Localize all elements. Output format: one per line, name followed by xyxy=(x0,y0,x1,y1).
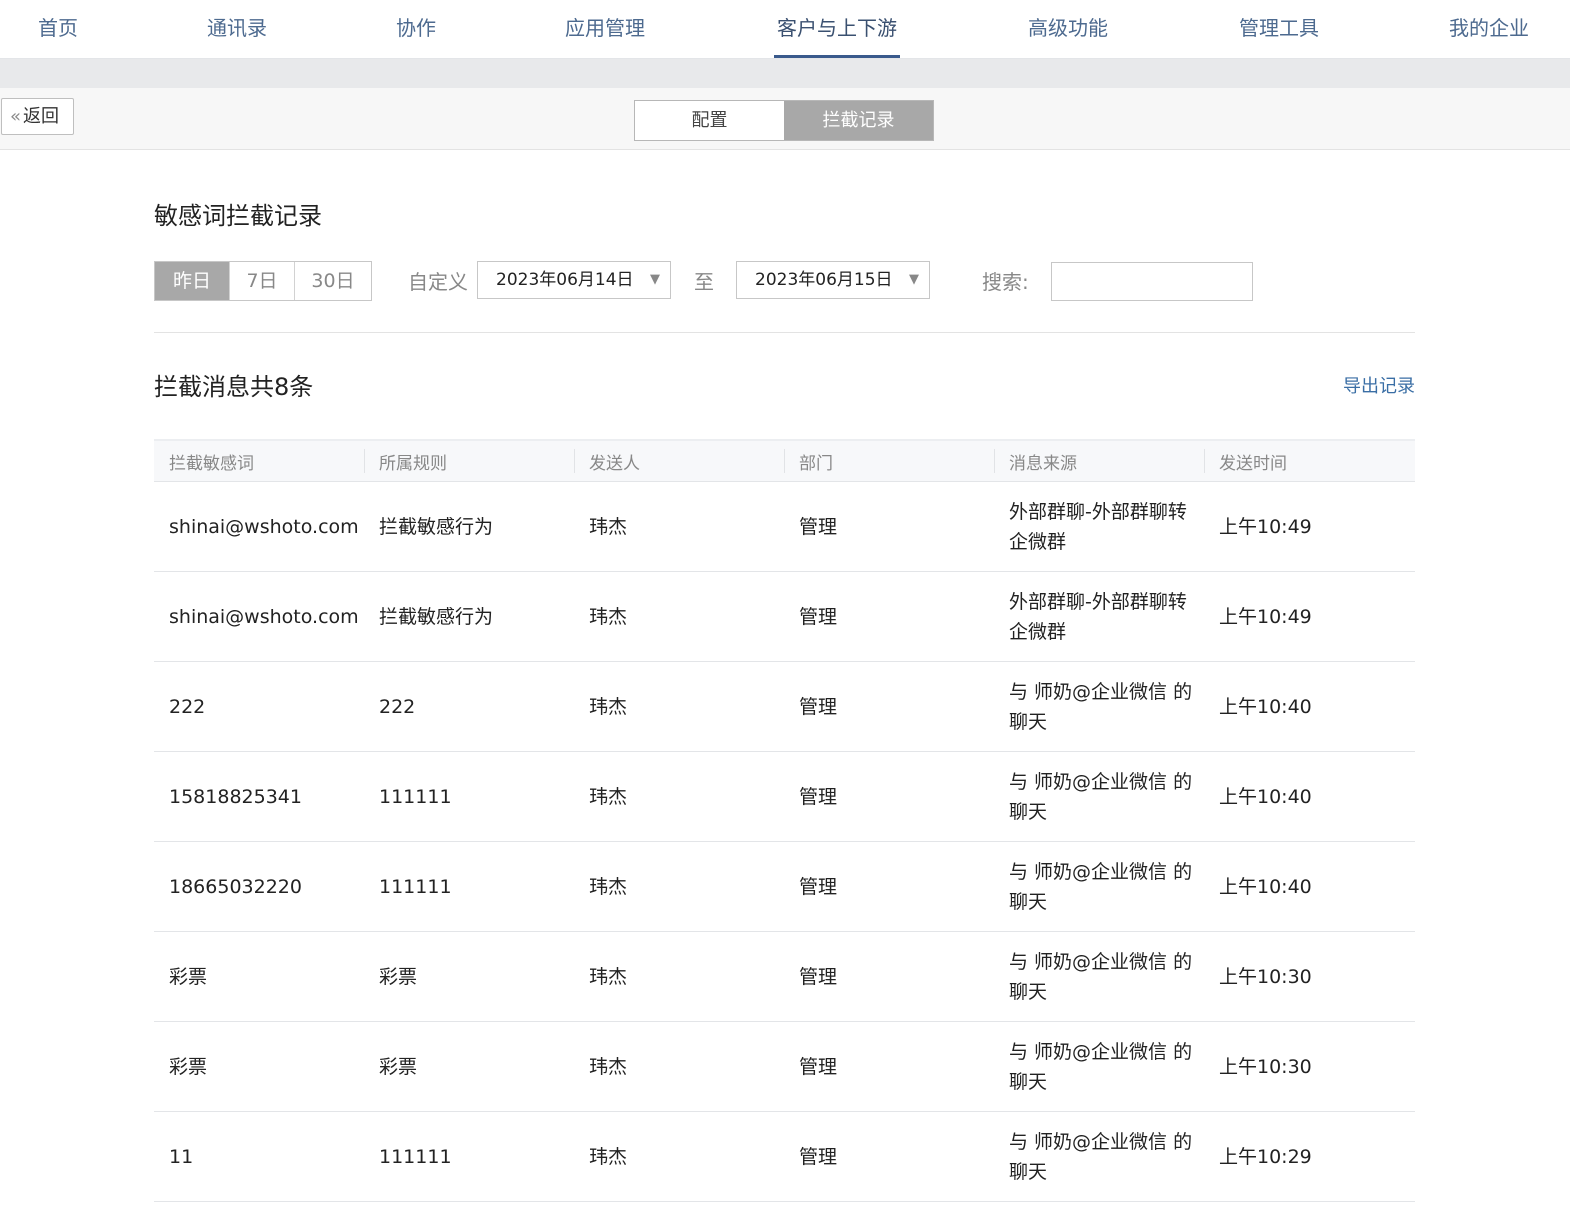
quick-range-selector: 昨日 7日 30日 xyxy=(154,261,372,301)
nav-item-app-management[interactable]: 应用管理 xyxy=(565,0,645,58)
cell-keyword: 15818825341 xyxy=(154,751,364,842)
column-header: 所属规则 xyxy=(364,439,574,482)
record-count-title: 拦截消息共8条 xyxy=(154,373,314,401)
cell-department: 管理 xyxy=(784,571,994,662)
table-row: shinai@wshoto.com 拦截敏感行为 玮杰 管理 外部群聊-外部群聊… xyxy=(154,571,1415,662)
table-row: 彩票 彩票 玮杰 管理 与 师奶@企业微信 的聊天 上午10:30 xyxy=(154,931,1415,1022)
cell-sender: 玮杰 xyxy=(574,751,784,842)
table-row: 222 222 玮杰 管理 与 师奶@企业微信 的聊天 上午10:40 xyxy=(154,661,1415,752)
cell-department: 管理 xyxy=(784,841,994,932)
cell-time: 上午10:40 xyxy=(1204,841,1415,932)
back-button[interactable]: «返回 xyxy=(1,98,74,135)
cell-rule: 彩票 xyxy=(364,1021,574,1112)
column-header: 发送时间 xyxy=(1204,439,1415,482)
nav-item-collaboration[interactable]: 协作 xyxy=(396,0,436,58)
nav-item-advanced[interactable]: 高级功能 xyxy=(1028,0,1108,58)
cell-source: 外部群聊-外部群聊转企微群 xyxy=(994,481,1204,572)
start-date-select[interactable]: 2023年06月14日 ▼ xyxy=(477,261,671,299)
search-input[interactable] xyxy=(1051,262,1253,301)
custom-range-label: 自定义 xyxy=(408,270,468,294)
cell-sender: 玮杰 xyxy=(574,661,784,752)
cell-source: 与 师奶@企业微信 的聊天 xyxy=(994,841,1204,932)
table-row: 彩票 彩票 玮杰 管理 与 师奶@企业微信 的聊天 上午10:30 xyxy=(154,1021,1415,1112)
cell-time: 上午10:40 xyxy=(1204,751,1415,842)
top-navigation: 首页 通讯录 协作 应用管理 客户与上下游 高级功能 管理工具 我的企业 xyxy=(0,0,1570,59)
cell-keyword: 11 xyxy=(154,1111,364,1202)
cell-rule: 彩票 xyxy=(364,931,574,1022)
cell-rule: 拦截敏感行为 xyxy=(364,571,574,662)
cell-source: 与 师奶@企业微信 的聊天 xyxy=(994,931,1204,1022)
double-chevron-left-icon: « xyxy=(10,106,22,127)
cell-sender: 玮杰 xyxy=(574,481,784,572)
cell-sender: 玮杰 xyxy=(574,1111,784,1202)
end-date-select[interactable]: 2023年06月15日 ▼ xyxy=(736,261,930,299)
triangle-down-icon: ▼ xyxy=(650,272,660,287)
cell-source: 与 师奶@企业微信 的聊天 xyxy=(994,1111,1204,1202)
tab-intercept-records[interactable]: 拦截记录 xyxy=(784,101,933,140)
start-date-value: 2023年06月14日 xyxy=(496,270,634,290)
cell-sender: 玮杰 xyxy=(574,1021,784,1112)
cell-sender: 玮杰 xyxy=(574,841,784,932)
cell-rule: 111111 xyxy=(364,751,574,842)
column-header: 发送人 xyxy=(574,439,784,482)
cell-sender: 玮杰 xyxy=(574,571,784,662)
cell-department: 管理 xyxy=(784,481,994,572)
range-7d-button[interactable]: 7日 xyxy=(229,262,294,300)
cell-time: 上午10:30 xyxy=(1204,931,1415,1022)
cell-rule: 222 xyxy=(364,661,574,752)
nav-item-contacts[interactable]: 通讯录 xyxy=(207,0,267,58)
page-title: 敏感词拦截记录 xyxy=(154,202,322,230)
search-label: 搜索: xyxy=(982,270,1029,294)
range-30d-button[interactable]: 30日 xyxy=(294,262,371,300)
sub-toolbar: «返回 配置 拦截记录 xyxy=(0,88,1570,150)
cell-keyword: 彩票 xyxy=(154,931,364,1022)
cell-department: 管理 xyxy=(784,1111,994,1202)
column-header: 部门 xyxy=(784,439,994,482)
cell-time: 上午10:29 xyxy=(1204,1111,1415,1202)
cell-time: 上午10:49 xyxy=(1204,571,1415,662)
cell-department: 管理 xyxy=(784,751,994,842)
cell-rule: 111111 xyxy=(364,1111,574,1202)
cell-rule: 拦截敏感行为 xyxy=(364,481,574,572)
cell-source: 与 师奶@企业微信 的聊天 xyxy=(994,661,1204,752)
column-header: 消息来源 xyxy=(994,439,1204,482)
to-label: 至 xyxy=(694,270,714,294)
range-yesterday-button[interactable]: 昨日 xyxy=(155,262,229,300)
cell-keyword: 222 xyxy=(154,661,364,752)
table-row: 11 111111 玮杰 管理 与 师奶@企业微信 的聊天 上午10:29 xyxy=(154,1111,1415,1202)
cell-keyword: 彩票 xyxy=(154,1021,364,1112)
nav-item-admin-tools[interactable]: 管理工具 xyxy=(1239,0,1319,58)
back-button-label: 返回 xyxy=(23,106,60,127)
table-row: shinai@wshoto.com 拦截敏感行为 玮杰 管理 外部群聊-外部群聊… xyxy=(154,481,1415,572)
cell-time: 上午10:40 xyxy=(1204,661,1415,752)
triangle-down-icon: ▼ xyxy=(909,272,919,287)
cell-source: 外部群聊-外部群聊转企微群 xyxy=(994,571,1204,662)
cell-source: 与 师奶@企业微信 的聊天 xyxy=(994,751,1204,842)
cell-keyword: shinai@wshoto.com xyxy=(154,571,364,662)
tab-config[interactable]: 配置 xyxy=(635,101,784,140)
cell-time: 上午10:49 xyxy=(1204,481,1415,572)
cell-keyword: shinai@wshoto.com xyxy=(154,481,364,572)
nav-item-customers[interactable]: 客户与上下游 xyxy=(774,0,900,58)
cell-sender: 玮杰 xyxy=(574,931,784,1022)
records-table: 拦截敏感词 所属规则 发送人 部门 消息来源 发送时间 shinai@wshot… xyxy=(154,439,1415,1202)
cell-keyword: 18665032220 xyxy=(154,841,364,932)
cell-source: 与 师奶@企业微信 的聊天 xyxy=(994,1021,1204,1112)
end-date-value: 2023年06月15日 xyxy=(755,270,893,290)
cell-department: 管理 xyxy=(784,661,994,752)
column-header: 拦截敏感词 xyxy=(154,439,364,482)
view-tabs: 配置 拦截记录 xyxy=(634,100,934,141)
nav-item-home[interactable]: 首页 xyxy=(38,0,78,58)
table-row: 15818825341 111111 玮杰 管理 与 师奶@企业微信 的聊天 上… xyxy=(154,751,1415,842)
cell-department: 管理 xyxy=(784,1021,994,1112)
nav-item-my-company[interactable]: 我的企业 xyxy=(1449,0,1529,58)
divider xyxy=(154,332,1415,333)
cell-time: 上午10:30 xyxy=(1204,1021,1415,1112)
export-records-link[interactable]: 导出记录 xyxy=(1343,372,1415,398)
table-header-row: 拦截敏感词 所属规则 发送人 部门 消息来源 发送时间 xyxy=(154,439,1415,482)
table-row: 18665032220 111111 玮杰 管理 与 师奶@企业微信 的聊天 上… xyxy=(154,841,1415,932)
cell-department: 管理 xyxy=(784,931,994,1022)
header-gap xyxy=(0,59,1570,88)
cell-rule: 111111 xyxy=(364,841,574,932)
